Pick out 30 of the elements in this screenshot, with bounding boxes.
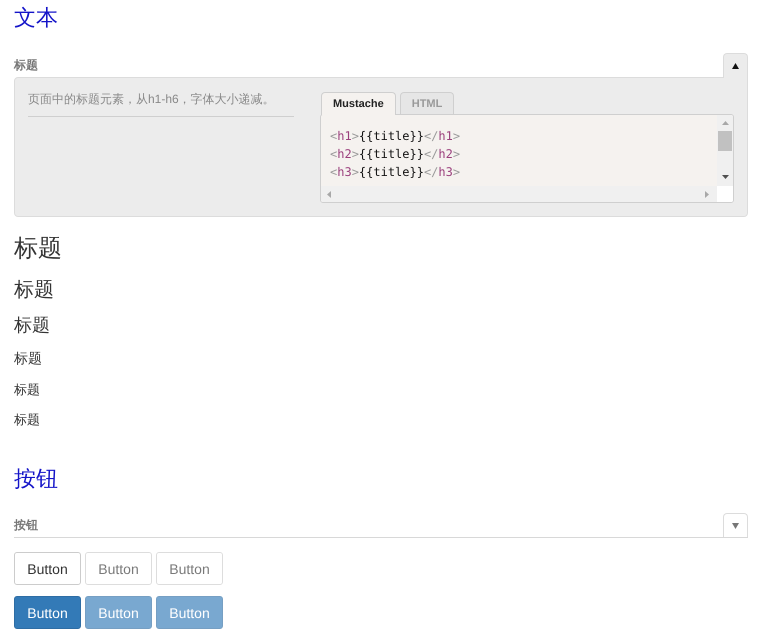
toggle-button[interactable] bbox=[723, 513, 748, 537]
section-title: 按钮 bbox=[14, 466, 58, 492]
section-label: 按钮 bbox=[14, 518, 38, 532]
heading-text: 标题 bbox=[14, 382, 40, 398]
heading-text: 标题 bbox=[14, 412, 40, 428]
scroll-right-arrow-icon[interactable] bbox=[705, 190, 709, 198]
section-title: 文本 bbox=[14, 5, 58, 31]
tab[interactable]: Mustache bbox=[321, 92, 396, 115]
demo-button[interactable]: Button bbox=[14, 596, 81, 629]
toggle-button[interactable] bbox=[723, 53, 748, 78]
code-line: <h3>{{title}}</h3> bbox=[330, 164, 460, 181]
scroll-left-arrow-icon[interactable] bbox=[327, 190, 331, 198]
vertical-scrollbar[interactable] bbox=[717, 115, 733, 186]
demo-button[interactable]: Button bbox=[14, 552, 81, 585]
code-line: <h1>{{title}}</h1> bbox=[330, 128, 460, 145]
heading-text: 标题 bbox=[14, 235, 62, 263]
description-text: 页面中的标题元素，从h1-h6，字体大小递减。 bbox=[28, 92, 294, 117]
scroll-up-arrow-icon[interactable] bbox=[722, 121, 728, 125]
scrollbar-thumb[interactable] bbox=[718, 131, 732, 151]
heading-text: 标题 bbox=[14, 349, 42, 367]
caret-up-icon bbox=[732, 63, 739, 69]
scroll-down-arrow-icon[interactable] bbox=[722, 175, 728, 179]
heading-text: 标题 bbox=[14, 314, 50, 336]
horizontal-scrollbar[interactable] bbox=[321, 186, 717, 202]
heading-text: 标题 bbox=[14, 278, 54, 302]
scrollbar-corner bbox=[717, 186, 733, 202]
section-label: 标题 bbox=[14, 58, 38, 72]
tab[interactable]: HTML bbox=[400, 92, 454, 114]
caret-down-icon bbox=[732, 522, 739, 528]
code-line: <h2>{{title}}</h2> bbox=[330, 146, 460, 163]
